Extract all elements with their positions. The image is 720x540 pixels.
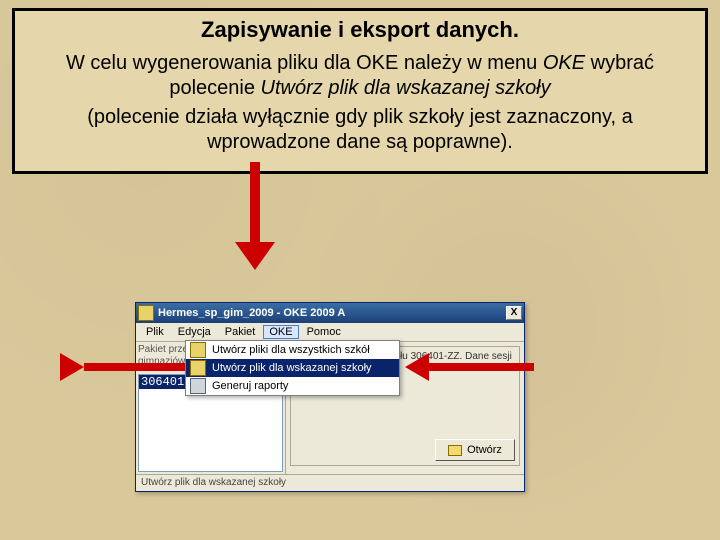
arrow-down-icon [235, 162, 275, 272]
titlebar[interactable]: Hermes_sp_gim_2009 - OKE 2009 A X [136, 303, 524, 323]
open-button[interactable]: Otwórz [435, 439, 515, 461]
callout-p1-emph1: OKE [543, 52, 585, 74]
window-title: Hermes_sp_gim_2009 - OKE 2009 A [158, 307, 506, 319]
dropdown-item-label: Utwórz pliki dla wszystkich szkół [212, 344, 370, 356]
menu-edycja[interactable]: Edycja [172, 325, 217, 339]
menu-pakiet[interactable]: Pakiet [219, 325, 262, 339]
folder-open-icon [448, 445, 462, 456]
close-button[interactable]: X [506, 306, 522, 320]
callout-p1: W celu wygenerowania pliku dla OKE należ… [27, 51, 693, 101]
menu-plik[interactable]: Plik [140, 325, 170, 339]
dropdown-item-all-schools[interactable]: Utwórz pliki dla wszystkich szkół [186, 341, 399, 359]
callout-p1-emph2: Utwórz plik dla wskazanej szkoły [261, 77, 551, 99]
dropdown-item-selected-school[interactable]: Utwórz plik dla wskazanej szkoły [186, 359, 399, 377]
callout-title: Zapisywanie i eksport danych. [27, 17, 693, 43]
oke-dropdown: Utwórz pliki dla wszystkich szkół Utwórz… [185, 340, 400, 396]
app-icon [138, 305, 154, 321]
menu-oke[interactable]: OKE [263, 325, 298, 339]
arrow-left-icon [405, 363, 534, 381]
statusbar: Utwórz plik dla wskazanej szkoły [136, 474, 524, 491]
dropdown-item-label: Generuj raporty [212, 380, 288, 392]
callout-p1a: W celu wygenerowania pliku dla OKE należ… [66, 52, 543, 74]
open-button-label: Otwórz [467, 444, 502, 456]
menu-pomoc[interactable]: Pomoc [301, 325, 347, 339]
export-icon [190, 342, 206, 358]
app-window: Hermes_sp_gim_2009 - OKE 2009 A X Plik E… [135, 302, 525, 492]
callout-p2: (polecenie działa wyłącznie gdy plik szk… [27, 105, 693, 155]
instruction-callout: Zapisywanie i eksport danych. W celu wyg… [12, 8, 708, 174]
export-icon [190, 360, 206, 376]
arrow-right-icon [60, 363, 189, 381]
printer-icon [190, 378, 206, 394]
dropdown-item-reports[interactable]: Generuj raporty [186, 377, 399, 395]
dropdown-item-label: Utwórz plik dla wskazanej szkoły [212, 362, 372, 374]
